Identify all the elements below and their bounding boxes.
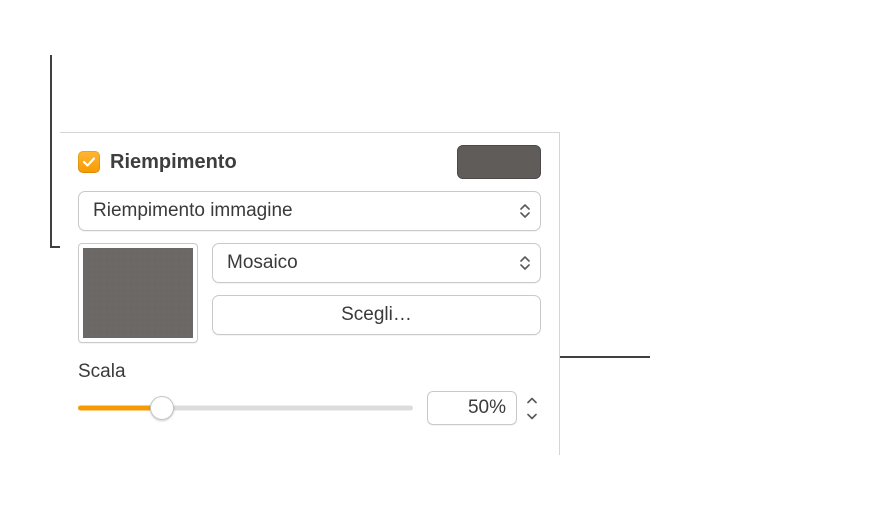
popup-arrows-icon [520, 256, 530, 270]
stepper-up[interactable] [523, 392, 541, 408]
choose-image-button[interactable]: Scegli… [212, 295, 541, 335]
scale-steppers [523, 392, 541, 424]
scale-value-field[interactable]: 50% [427, 391, 517, 425]
checkmark-icon [82, 155, 96, 169]
image-options-column: Mosaico Scegli… [212, 243, 541, 343]
scale-value-text: 50% [468, 397, 506, 419]
scale-value-group: 50% [427, 391, 541, 425]
slider-thumb[interactable] [150, 396, 174, 420]
scale-label: Scala [78, 361, 541, 383]
fill-checkbox[interactable] [78, 151, 100, 173]
image-well[interactable] [78, 243, 198, 343]
image-config-row: Mosaico Scegli… [78, 243, 541, 343]
fill-type-label: Riempimento immagine [93, 200, 293, 222]
scale-slider[interactable] [78, 396, 413, 420]
chevron-down-icon [527, 413, 537, 420]
tiling-label: Mosaico [227, 252, 298, 274]
fill-inspector-panel: Riempimento Riempimento immagine Mosaico… [60, 132, 560, 455]
scale-row: 50% [78, 391, 541, 425]
fill-color-well[interactable] [457, 145, 541, 179]
chevron-up-icon [527, 397, 537, 404]
choose-image-label: Scegli… [341, 304, 412, 326]
callout-line [50, 55, 52, 247]
popup-arrows-icon [520, 204, 530, 218]
fill-checkbox-group: Riempimento [78, 151, 237, 174]
tiling-popup[interactable]: Mosaico [212, 243, 541, 283]
image-swatch [83, 248, 193, 338]
fill-checkbox-label: Riempimento [110, 151, 237, 174]
fill-header-row: Riempimento [78, 145, 541, 179]
stepper-down[interactable] [523, 408, 541, 424]
fill-type-popup[interactable]: Riempimento immagine [78, 191, 541, 231]
callout-line [555, 356, 650, 358]
